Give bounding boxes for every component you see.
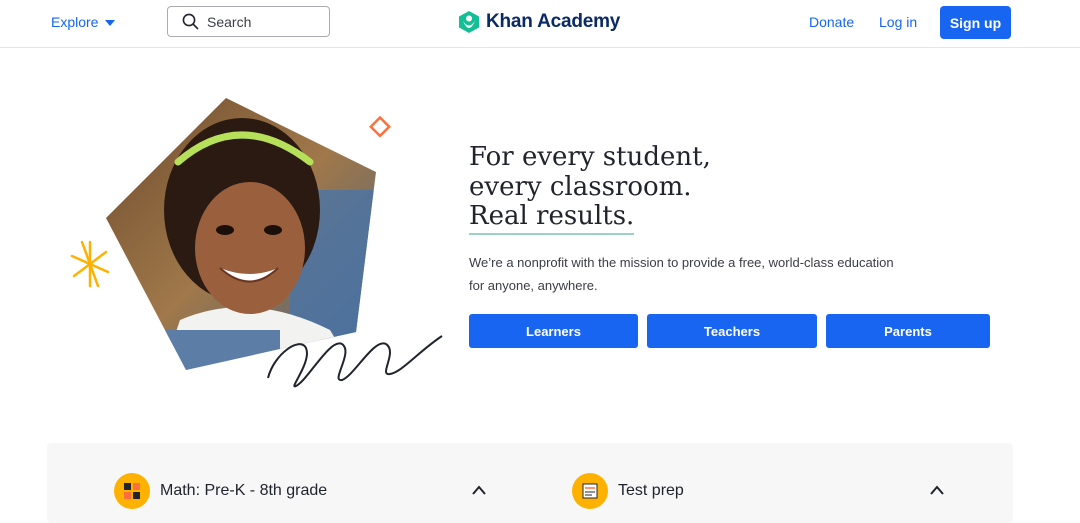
parents-button[interactable]: Parents bbox=[826, 314, 990, 348]
subject-test-prep[interactable]: Test prep bbox=[572, 473, 684, 509]
chevron-up-icon[interactable] bbox=[471, 484, 487, 496]
explore-menu-button[interactable]: Explore bbox=[51, 12, 116, 32]
test-prep-icon bbox=[572, 473, 608, 509]
explore-label: Explore bbox=[51, 14, 99, 30]
learners-button[interactable]: Learners bbox=[469, 314, 638, 348]
headline-line-1: For every student, bbox=[469, 142, 711, 172]
login-link[interactable]: Log in bbox=[879, 14, 917, 30]
yellow-starburst-decoration bbox=[70, 240, 110, 288]
caret-down-icon bbox=[105, 20, 116, 26]
khan-hexagon-icon bbox=[459, 11, 479, 33]
donate-link[interactable]: Donate bbox=[809, 14, 854, 30]
headline-line-2: every classroom. bbox=[469, 171, 692, 202]
orange-diamond-decoration bbox=[369, 115, 391, 138]
headline-line-3: Real results. bbox=[469, 201, 635, 235]
mission-statement: We’re a nonprofit with the mission to pr… bbox=[469, 251, 919, 297]
top-nav: Explore Search Khan Academy Donate Log i… bbox=[0, 0, 1080, 48]
subject-math-prek-8[interactable]: Math: Pre-K - 8th grade bbox=[114, 473, 327, 509]
subject-label: Test prep bbox=[618, 482, 684, 499]
mission-line-2: for anyone, anywhere. bbox=[469, 278, 598, 293]
logo-text: Khan Academy bbox=[486, 11, 621, 32]
signup-button[interactable]: Sign up bbox=[940, 6, 1011, 39]
hero-illustration bbox=[70, 98, 443, 388]
hero-headline: For every student, every classroom. Real… bbox=[469, 142, 789, 235]
teachers-button[interactable]: Teachers bbox=[647, 314, 817, 348]
search-icon bbox=[182, 13, 199, 30]
math-blocks-icon bbox=[114, 473, 150, 509]
khan-academy-logo[interactable]: Khan Academy bbox=[458, 10, 620, 34]
chevron-up-icon[interactable] bbox=[929, 484, 945, 496]
subjects-panel: Math: Pre-K - 8th grade Test prep bbox=[47, 443, 1013, 523]
search-input[interactable]: Search bbox=[167, 6, 330, 37]
mission-line-1: We’re a nonprofit with the mission to pr… bbox=[469, 255, 894, 270]
subject-label: Math: Pre-K - 8th grade bbox=[160, 482, 328, 499]
student-photo bbox=[106, 98, 376, 370]
search-placeholder: Search bbox=[207, 13, 252, 30]
